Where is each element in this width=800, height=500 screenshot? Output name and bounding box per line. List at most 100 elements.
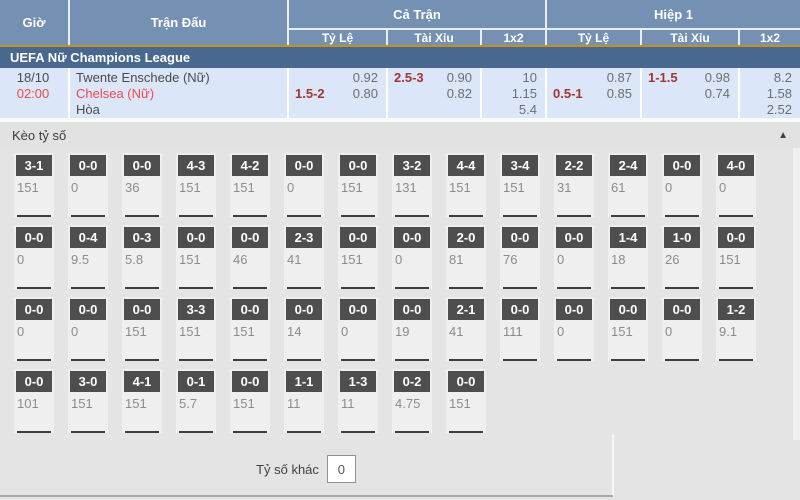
score-cell[interactable]: 2-341 xyxy=(284,225,324,289)
score-cell[interactable]: 4-2151 xyxy=(230,153,270,217)
score-cell[interactable]: 0-24.75 xyxy=(392,369,432,433)
score-cell[interactable]: 2-141 xyxy=(446,297,486,361)
ft-1x2-draw[interactable]: 5.4 xyxy=(519,102,537,117)
score-cell[interactable]: 1-111 xyxy=(284,369,324,433)
score-cell[interactable]: 0-35.8 xyxy=(122,225,162,289)
score-cell[interactable]: 3-2131 xyxy=(392,153,432,217)
match-date: 18/10 xyxy=(6,70,60,86)
score-cell[interactable]: 0-00 xyxy=(554,225,594,289)
other-score-box[interactable]: 0 xyxy=(327,455,356,483)
col-header-match: Trận Đấu xyxy=(68,0,287,45)
h1-under-odds[interactable]: 0.74 xyxy=(705,86,730,101)
h1-1x2-draw[interactable]: 2.52 xyxy=(767,102,792,117)
score-cell[interactable]: 0-0151 xyxy=(338,153,378,217)
score-cell[interactable]: 3-3151 xyxy=(176,297,216,361)
score-cell[interactable]: 2-231 xyxy=(554,153,594,217)
score-cell[interactable]: 0-00 xyxy=(14,225,54,289)
h1-handicap-top-odds[interactable]: 0.87 xyxy=(607,70,632,85)
score-chip: 2-2 xyxy=(556,155,592,176)
score-odds: 0 xyxy=(554,248,594,267)
away-team[interactable]: Chelsea (Nữ) xyxy=(76,86,279,102)
score-odds: 151 xyxy=(608,320,648,339)
ft-over-odds[interactable]: 0.90 xyxy=(447,70,472,86)
score-cell[interactable]: 0-00 xyxy=(554,297,594,361)
score-cell[interactable]: 0-076 xyxy=(500,225,540,289)
score-cell[interactable]: 0-00 xyxy=(68,297,108,361)
collapse-arrow-icon[interactable]: ▲ xyxy=(778,130,788,141)
score-cell[interactable]: 0-00 xyxy=(662,297,702,361)
score-cell[interactable]: 0-0111 xyxy=(500,297,540,361)
score-cell[interactable]: 4-3151 xyxy=(176,153,216,217)
score-cell[interactable]: 0-014 xyxy=(284,297,324,361)
ft-1x2-away[interactable]: 1.15 xyxy=(512,86,537,101)
score-cell[interactable]: 1-418 xyxy=(608,225,648,289)
score-cell[interactable]: 0-15.7 xyxy=(176,369,216,433)
score-cell[interactable]: 0-0151 xyxy=(338,225,378,289)
score-odds: 151 xyxy=(176,248,216,267)
score-cell[interactable]: 0-00 xyxy=(68,153,108,217)
score-chip: 0-0 xyxy=(232,371,268,392)
h1-handicap-line: 0.5-1 xyxy=(553,86,583,102)
score-chip: 0-0 xyxy=(556,299,592,320)
label: 1x2 xyxy=(503,31,523,45)
score-cell[interactable]: 0-49.5 xyxy=(68,225,108,289)
score-cell[interactable]: 1-29.1 xyxy=(716,297,756,361)
score-cell[interactable]: 4-1151 xyxy=(122,369,162,433)
correct-score-section-header[interactable]: Kèo tỷ số ▲ xyxy=(0,122,800,148)
score-cell[interactable]: 3-1151 xyxy=(14,153,54,217)
score-odds: 151 xyxy=(176,320,216,339)
score-row: 3-1151 0-00 0-036 4-3151 4-2151 0-00 0-0151 3-2… xyxy=(14,153,756,217)
ft-handicap-bottom-odds[interactable]: 0.80 xyxy=(353,86,378,102)
h1-1x2-cell: 8.2 1.58 2.52 xyxy=(738,68,800,118)
score-cell[interactable]: 0-00 xyxy=(392,225,432,289)
h1-handicap-bottom-odds[interactable]: 0.85 xyxy=(607,86,632,102)
score-cell[interactable]: 0-0151 xyxy=(716,225,756,289)
score-cell[interactable]: 4-00 xyxy=(716,153,756,217)
score-cell[interactable]: 1-026 xyxy=(662,225,702,289)
ft-under-odds[interactable]: 0.82 xyxy=(447,86,472,101)
score-odds: 31 xyxy=(554,176,594,195)
score-cell[interactable]: 0-0151 xyxy=(230,297,270,361)
score-cell[interactable]: 0-036 xyxy=(122,153,162,217)
score-cell[interactable]: 0-0151 xyxy=(608,297,648,361)
score-cell[interactable]: 0-00 xyxy=(284,153,324,217)
score-cell[interactable]: 0-00 xyxy=(14,297,54,361)
ft-1x2-home[interactable]: 10 xyxy=(523,70,537,85)
score-cell[interactable]: 0-00 xyxy=(338,297,378,361)
score-cell[interactable]: 0-0101 xyxy=(14,369,54,433)
score-cell[interactable]: 0-019 xyxy=(392,297,432,361)
score-cell[interactable]: 0-00 xyxy=(662,153,702,217)
score-cell[interactable]: 1-311 xyxy=(338,369,378,433)
score-chip: 3-4 xyxy=(502,155,538,176)
score-cell[interactable]: 0-0151 xyxy=(230,369,270,433)
score-cell[interactable]: 0-0151 xyxy=(122,297,162,361)
score-cell[interactable]: 0-0151 xyxy=(446,369,486,433)
score-cell[interactable]: 2-461 xyxy=(608,153,648,217)
score-chip: 0-0 xyxy=(502,227,538,248)
score-cell[interactable]: 0-0151 xyxy=(176,225,216,289)
score-odds: 151 xyxy=(500,176,540,195)
score-cell[interactable]: 4-4151 xyxy=(446,153,486,217)
score-chip: 1-3 xyxy=(340,371,376,392)
h1-over-under-line: 1-1.5 xyxy=(648,70,678,86)
h1-over-odds[interactable]: 0.98 xyxy=(705,70,730,86)
score-odds: 151 xyxy=(14,176,54,195)
content-edge-divider xyxy=(612,435,614,497)
scrollbar-track[interactable] xyxy=(793,148,800,440)
score-chip: 0-3 xyxy=(124,227,160,248)
score-chip: 0-0 xyxy=(124,299,160,320)
correct-score-title: Kèo tỷ số xyxy=(12,128,66,143)
score-cell[interactable]: 0-046 xyxy=(230,225,270,289)
score-cell[interactable]: 2-081 xyxy=(446,225,486,289)
col-header-h1-over-under: Tài Xỉu xyxy=(640,28,738,45)
score-cell[interactable]: 3-0151 xyxy=(68,369,108,433)
score-odds: 0 xyxy=(554,320,594,339)
h1-1x2-away[interactable]: 1.58 xyxy=(767,86,792,101)
score-cell[interactable]: 3-4151 xyxy=(500,153,540,217)
h1-1x2-home[interactable]: 8.2 xyxy=(774,70,792,85)
ft-over-under-line: 2.5-3 xyxy=(394,70,424,86)
home-team[interactable]: Twente Enschede (Nữ) xyxy=(76,70,279,86)
ft-handicap-top-odds[interactable]: 0.92 xyxy=(353,70,378,85)
score-odds: 0 xyxy=(662,320,702,339)
score-chip: 0-0 xyxy=(232,299,268,320)
